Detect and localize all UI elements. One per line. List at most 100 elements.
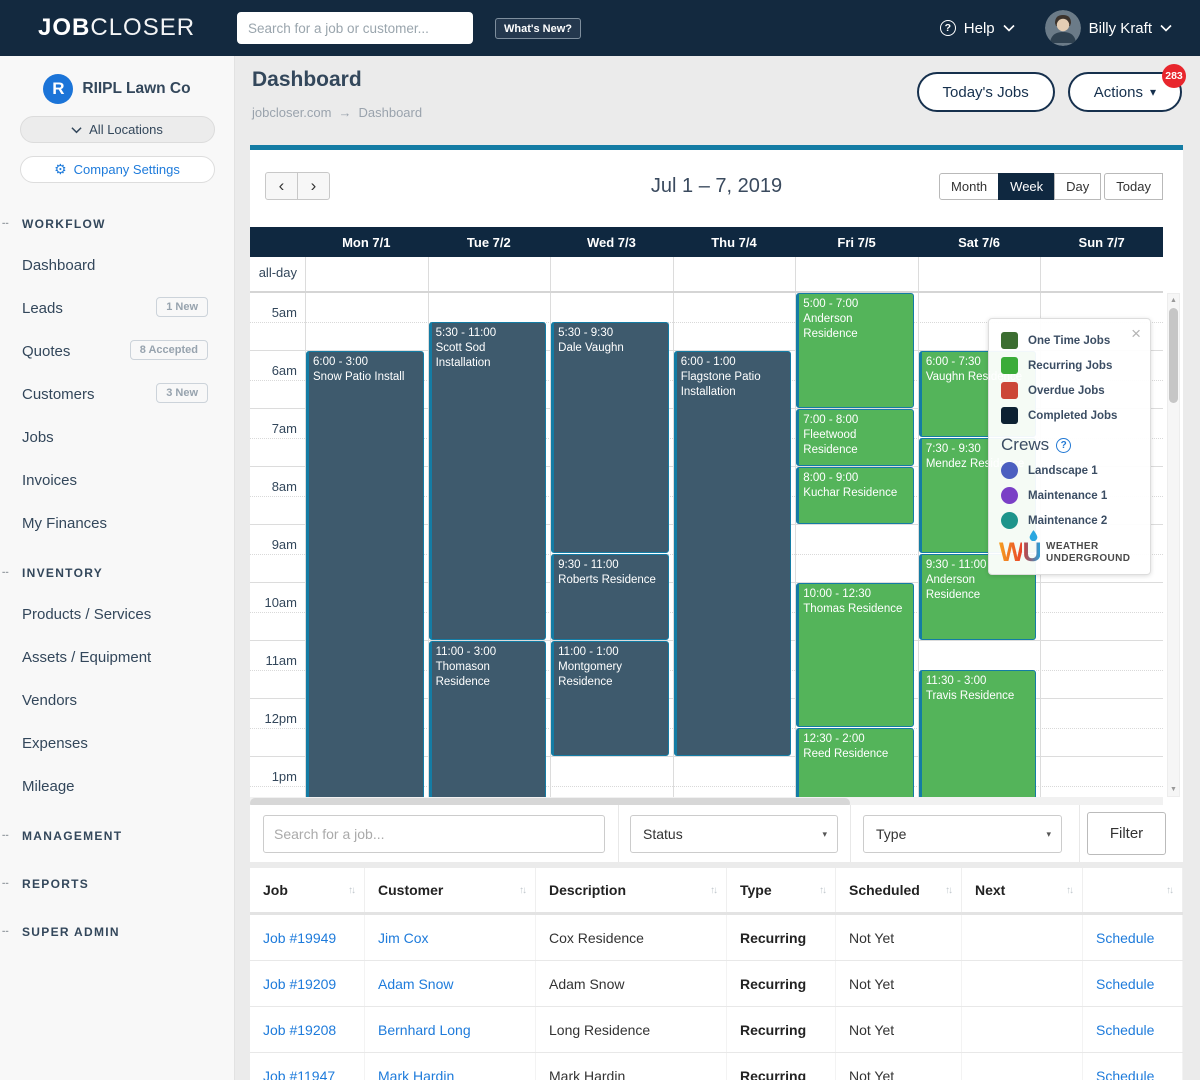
section-label: REPORTS — [22, 877, 89, 891]
avatar[interactable] — [1045, 10, 1081, 46]
locations-dropdown[interactable]: All Locations — [20, 116, 215, 143]
sidebar-item-customers[interactable]: Customers3 New — [22, 386, 234, 403]
view-button-week[interactable]: Week — [998, 173, 1055, 200]
event-time: 6:00 - 3:00 — [313, 355, 419, 369]
customer-link[interactable]: Bernhard Long — [378, 1022, 471, 1038]
calendar-event-kuchar-residence[interactable]: 8:00 - 9:00Kuchar Residence — [796, 467, 914, 524]
sort-icon[interactable]: ↑↓ — [519, 885, 525, 896]
job-link[interactable]: Job #19949 — [263, 930, 336, 946]
sidebar-item-products-services[interactable]: Products / Services — [22, 606, 234, 623]
customer-link[interactable]: Mark Hardin — [378, 1068, 454, 1080]
schedule-link[interactable]: Schedule — [1096, 1068, 1154, 1080]
sidebar-section-management[interactable]: --MANAGEMENT — [22, 829, 234, 843]
sort-icon[interactable]: ↑↓ — [945, 885, 951, 896]
sidebar-item-jobs[interactable]: Jobs — [22, 429, 234, 446]
allday-cell-sun-7-7[interactable] — [1040, 257, 1163, 291]
sidebar-section-workflow[interactable]: --WORKFLOW — [22, 217, 234, 231]
sidebar-section-super-admin[interactable]: --SUPER ADMIN — [22, 925, 234, 939]
allday-cell-tue-7-2[interactable] — [428, 257, 551, 291]
help-circle-icon[interactable]: ? — [1056, 438, 1071, 453]
sort-icon[interactable]: ↑↓ — [1166, 885, 1172, 896]
table-cell-schedule: Schedule — [1083, 1053, 1183, 1080]
calendar-event-reed-residence[interactable]: 12:30 - 2:00Reed Residence — [796, 728, 914, 797]
sidebar-item-vendors[interactable]: Vendors — [22, 692, 234, 709]
allday-cell-sat-7-6[interactable] — [918, 257, 1041, 291]
calendar-event-thomason-residence[interactable]: 11:00 - 3:00Thomason Residence — [429, 641, 547, 797]
sort-icon[interactable]: ↑↓ — [819, 885, 825, 896]
calendar-event-thomas-residence[interactable]: 10:00 - 12:30Thomas Residence — [796, 583, 914, 727]
section-dash-icon: -- — [2, 830, 9, 841]
sidebar-item-label: Assets / Equipment — [22, 649, 151, 666]
scheduled-cell: Not Yet — [849, 976, 894, 992]
view-button-today[interactable]: Today — [1104, 173, 1163, 200]
customer-link[interactable]: Jim Cox — [378, 930, 429, 946]
job-link[interactable]: Job #11947 — [263, 1068, 335, 1080]
customer-link[interactable]: Adam Snow — [378, 976, 453, 992]
allday-cell-mon-7-1[interactable] — [305, 257, 428, 291]
view-button-month[interactable]: Month — [939, 173, 999, 200]
allday-cell-thu-7-4[interactable] — [673, 257, 796, 291]
scroll-down-icon[interactable]: ▼ — [1168, 786, 1179, 793]
job-link[interactable]: Job #19209 — [263, 976, 336, 992]
calendar-event-flagstone-patio-installation[interactable]: 6:00 - 1:00Flagstone Patio Installation — [674, 351, 792, 756]
help-menu[interactable]: Help — [964, 20, 995, 37]
sort-icon[interactable]: ↑↓ — [1066, 885, 1072, 896]
breadcrumb-root[interactable]: jobcloser.com — [252, 105, 331, 120]
user-menu[interactable]: Billy Kraft — [1089, 20, 1152, 37]
section-dash-icon: -- — [2, 567, 9, 578]
app-logo[interactable]: JOBCLOSER — [38, 14, 195, 42]
event-title: Kuchar Residence — [803, 486, 909, 500]
sidebar-item-expenses[interactable]: Expenses — [22, 735, 234, 752]
sidebar-item-label: Invoices — [22, 472, 77, 489]
status-select[interactable]: Status ▾ — [630, 815, 838, 853]
whats-new-button[interactable]: What's New? — [495, 18, 581, 39]
sidebar-item-label: Customers — [22, 386, 95, 403]
job-link[interactable]: Job #19208 — [263, 1022, 336, 1038]
schedule-link[interactable]: Schedule — [1096, 1022, 1154, 1038]
column-header-description[interactable]: Description↑↓ — [536, 868, 727, 912]
sidebar-section-inventory[interactable]: --INVENTORY — [22, 566, 234, 580]
column-header-job[interactable]: Job↑↓ — [250, 868, 365, 912]
sidebar-item-my-finances[interactable]: My Finances — [22, 515, 234, 532]
allday-cell-fri-7-5[interactable] — [795, 257, 918, 291]
calendar-event-dale-vaughn[interactable]: 5:30 - 9:30Dale Vaughn — [551, 322, 669, 553]
view-button-day[interactable]: Day — [1054, 173, 1101, 200]
sidebar-item-leads[interactable]: Leads1 New — [22, 300, 234, 317]
job-search-input[interactable] — [263, 815, 605, 853]
scrollbar-thumb[interactable] — [1169, 308, 1178, 403]
vertical-scrollbar[interactable]: ▲ ▼ — [1167, 293, 1180, 797]
calendar-event-montgomery-residence[interactable]: 11:00 - 1:00Montgomery Residence — [551, 641, 669, 756]
allday-cell-wed-7-3[interactable] — [550, 257, 673, 291]
sidebar-section-reports[interactable]: --REPORTS — [22, 877, 234, 891]
calendar-event-snow-patio-install[interactable]: 6:00 - 3:00Snow Patio Install — [306, 351, 424, 797]
column-header-actions[interactable]: ↑↓ — [1083, 868, 1183, 912]
sort-icon[interactable]: ↑↓ — [348, 885, 354, 896]
calendar-event-roberts-residence[interactable]: 9:30 - 11:00Roberts Residence — [551, 554, 669, 640]
actions-button[interactable]: Actions ▾ 283 — [1068, 72, 1182, 112]
close-icon[interactable]: × — [1131, 327, 1141, 341]
column-header-type[interactable]: Type↑↓ — [727, 868, 836, 912]
schedule-link[interactable]: Schedule — [1096, 930, 1154, 946]
column-header-customer[interactable]: Customer↑↓ — [365, 868, 536, 912]
calendar-event-fleetwood-residence[interactable]: 7:00 - 8:00Fleetwood Residence — [796, 409, 914, 466]
legend-swatch — [1001, 407, 1018, 424]
calendar-event-anderson-residence[interactable]: 5:00 - 7:00Anderson Residence — [796, 293, 914, 408]
company-settings-button[interactable]: ⚙ Company Settings — [20, 156, 215, 183]
sidebar-item-dashboard[interactable]: Dashboard — [22, 257, 234, 274]
schedule-link[interactable]: Schedule — [1096, 976, 1154, 992]
sidebar-item-assets-equipment[interactable]: Assets / Equipment — [22, 649, 234, 666]
calendar-event-travis-residence[interactable]: 11:30 - 3:00Travis Residence — [919, 670, 1037, 797]
type-select[interactable]: Type ▾ — [863, 815, 1062, 853]
sort-icon[interactable]: ↑↓ — [710, 885, 716, 896]
sidebar-item-invoices[interactable]: Invoices — [22, 472, 234, 489]
crew-label: Maintenance 2 — [1028, 515, 1107, 527]
column-header-scheduled[interactable]: Scheduled↑↓ — [836, 868, 962, 912]
column-header-next[interactable]: Next↑↓ — [962, 868, 1083, 912]
calendar-event-scott-sod-installation[interactable]: 5:30 - 11:00Scott Sod Installation — [429, 322, 547, 640]
sidebar-item-mileage[interactable]: Mileage — [22, 778, 234, 795]
todays-jobs-button[interactable]: Today's Jobs — [917, 72, 1055, 112]
global-search-input[interactable] — [237, 12, 473, 44]
filter-button[interactable]: Filter — [1087, 812, 1166, 855]
scroll-up-icon[interactable]: ▲ — [1168, 297, 1179, 304]
sidebar-item-quotes[interactable]: Quotes8 Accepted — [22, 343, 234, 360]
